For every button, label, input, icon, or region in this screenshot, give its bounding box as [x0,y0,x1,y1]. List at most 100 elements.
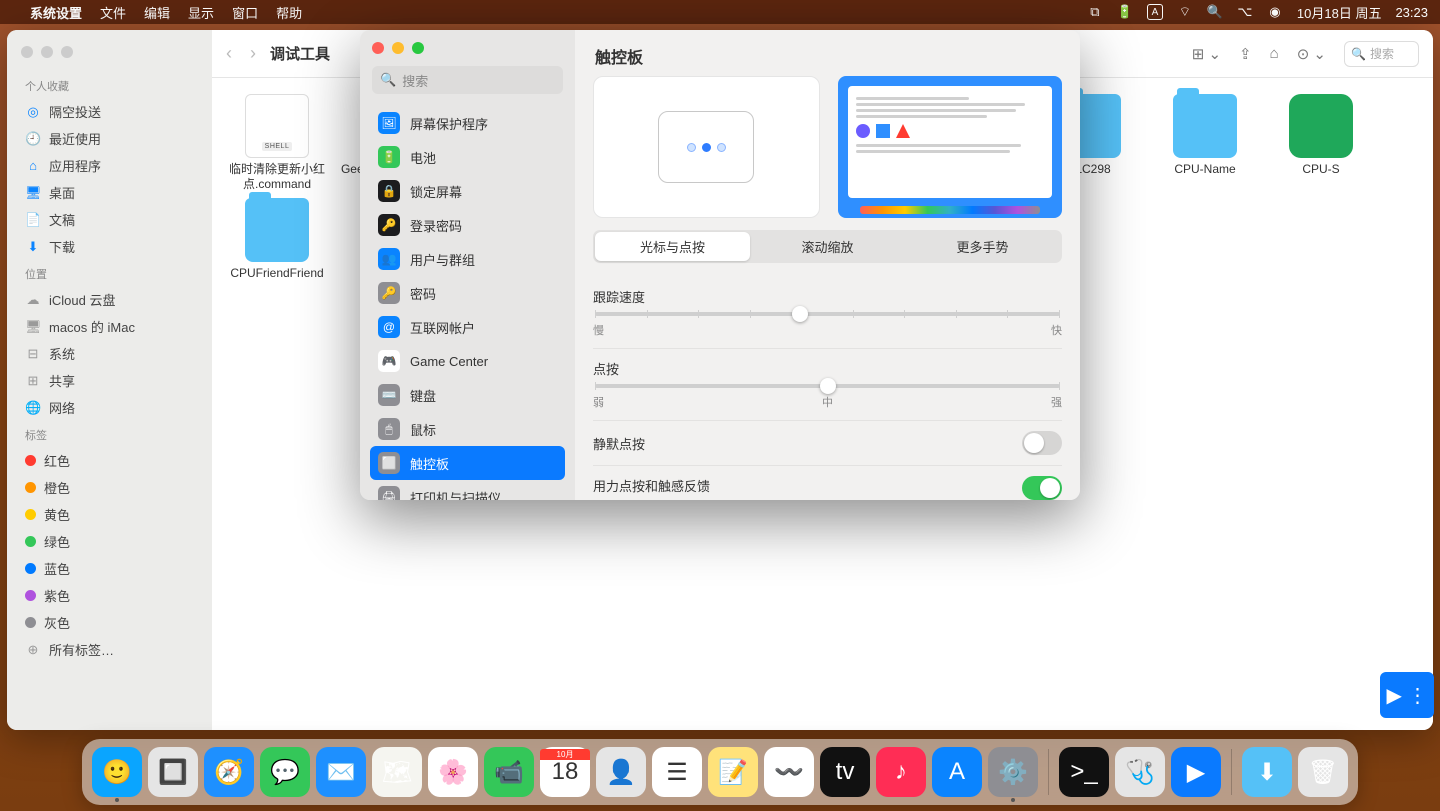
dock-terminal[interactable]: >_ [1059,747,1109,797]
dock-todesk[interactable]: ▶ [1171,747,1221,797]
sidebar-item-apps[interactable]: ⌂应用程序 [7,152,212,179]
click-slider[interactable] [595,384,1060,388]
spotlight-icon[interactable]: 🔍 [1207,4,1223,20]
sidebar-tag-green[interactable]: 绿色 [7,528,212,555]
settings-tabs[interactable]: 光标与点按 滚动缩放 更多手势 [593,230,1062,263]
finder-search[interactable]: 🔍搜索 [1344,41,1419,67]
settings-item-用户与群组[interactable]: 👥用户与群组 [370,242,565,276]
settings-item-键盘[interactable]: ⌨️键盘 [370,378,565,412]
file-item[interactable]: CPU-S [1266,94,1376,192]
sidebar-item-label: 所有标签… [49,640,114,659]
dock-trash[interactable]: 🗑 [1298,747,1348,797]
settings-item-登录密码[interactable]: 🔑登录密码 [370,208,565,242]
file-item[interactable]: CPU-Name [1150,94,1260,192]
menu-file[interactable]: 文件 [100,3,126,22]
dock-safari[interactable]: 🧭 [204,747,254,797]
app-menu[interactable]: 系统设置 [30,3,82,22]
dock-photos[interactable]: 🌸 [428,747,478,797]
settings-item-打印机与扫描仪[interactable]: 🖨打印机与扫描仪 [370,480,565,500]
sidebar-item-disk[interactable]: ⊟系统 [7,340,212,367]
sidebar-tag-blue[interactable]: 蓝色 [7,555,212,582]
wifi-icon[interactable]: ⌔ [1177,4,1193,20]
zoom-button[interactable] [412,42,424,54]
forward-button[interactable]: › [250,43,256,64]
menubar-date[interactable]: 10月18日 周五 [1297,3,1382,22]
close-button[interactable] [21,46,33,58]
settings-item-Game Center[interactable]: 🎮Game Center [370,344,565,378]
settings-item-label: 互联网帐户 [410,318,475,337]
dock-facetime[interactable]: 📹 [484,747,534,797]
dock-music[interactable]: ♪ [876,747,926,797]
sidebar-item-icloud[interactable]: ☁︎iCloud 云盘 [7,286,212,313]
dock-reminders[interactable]: ☰ [652,747,702,797]
settings-search[interactable]: 🔍 搜索 [372,66,563,94]
tag-dot-icon [25,590,36,601]
dock-notes[interactable]: 📝 [708,747,758,797]
dock-appstore[interactable]: A [932,747,982,797]
tab-more-gestures[interactable]: 更多手势 [905,232,1060,261]
actions-button[interactable]: ⊙ ⌄ [1297,45,1326,63]
dock-launchpad[interactable]: 🔲 [148,747,198,797]
dock-diskutil[interactable]: 🩺 [1115,747,1165,797]
sidebar-item-docs[interactable]: 📄文稿 [7,206,212,233]
sidebar-item-downloads[interactable]: ⬇下载 [7,233,212,260]
dock-messages[interactable]: 💬 [260,747,310,797]
sidebar-item-recents[interactable]: 🕘最近使用 [7,125,212,152]
settings-item-电池[interactable]: 🔋电池 [370,140,565,174]
sidebar-tag-all[interactable]: ⊕所有标签… [7,636,212,663]
sidebar-item-airdrop[interactable]: ◎隔空投送 [7,98,212,125]
settings-item-屏幕保护程序[interactable]: 🖼屏幕保护程序 [370,106,565,140]
dock-finder[interactable]: 🙂 [92,747,142,797]
menu-help[interactable]: 帮助 [276,3,302,22]
view-options-button[interactable]: ⊞ ⌄ [1192,45,1221,63]
minimize-button[interactable] [41,46,53,58]
back-button[interactable]: ‹ [226,43,232,64]
menu-view[interactable]: 显示 [188,3,214,22]
close-button[interactable] [372,42,384,54]
siri-icon[interactable]: ◉ [1267,4,1283,20]
tracking-slider[interactable] [595,312,1060,316]
settings-item-触控板[interactable]: ⬜触控板 [370,446,565,480]
dock-calendar[interactable]: 10月18 [540,747,590,797]
sidebar-tag-red[interactable]: 红色 [7,447,212,474]
sidebar-tag-purple[interactable]: 紫色 [7,582,212,609]
settings-item-密码[interactable]: 🔑密码 [370,276,565,310]
file-item[interactable]: 临时清除更新小红点.command [222,94,332,192]
minimize-button[interactable] [392,42,404,54]
dock-settings[interactable]: ⚙️ [988,747,1038,797]
dock-contacts[interactable]: 👤 [596,747,646,797]
dock-mail[interactable]: ✉️ [316,747,366,797]
settings-item-互联网帐户[interactable]: @互联网帐户 [370,310,565,344]
menubar-time[interactable]: 23:23 [1395,5,1428,20]
sidebar-item-label: 灰色 [44,613,70,632]
sidebar-item-imac[interactable]: 🖥macos 的 iMac [7,313,212,340]
zoom-button[interactable] [61,46,73,58]
battery-icon[interactable]: 🔋 [1117,4,1133,20]
tab-scroll-zoom[interactable]: 滚动缩放 [750,232,905,261]
dock-tv[interactable]: tv [820,747,870,797]
menu-edit[interactable]: 编辑 [144,3,170,22]
tab-point-click[interactable]: 光标与点按 [595,232,750,261]
screenrec-icon[interactable]: ⧉ [1087,4,1103,20]
settings-item-锁定屏幕[interactable]: 🔒锁定屏幕 [370,174,565,208]
click-strength-row: 点按 弱中强 [593,349,1062,421]
input-source[interactable]: A [1147,4,1163,20]
settings-item-鼠标[interactable]: 🖱鼠标 [370,412,565,446]
sidebar-tag-orange[interactable]: 橙色 [7,474,212,501]
sidebar-tag-yellow[interactable]: 黄色 [7,501,212,528]
sidebar-tag-gray[interactable]: 灰色 [7,609,212,636]
tags-button[interactable]: ⌂ [1270,45,1279,62]
silent-toggle[interactable] [1022,431,1062,455]
dock-downloads[interactable]: ⬇ [1242,747,1292,797]
dock-maps[interactable]: 🗺 [372,747,422,797]
menu-window[interactable]: 窗口 [232,3,258,22]
sidebar-item-shared[interactable]: ⊞共享 [7,367,212,394]
dock-freeform[interactable]: 〰️ [764,747,814,797]
sidebar-item-network[interactable]: 🌐网络 [7,394,212,421]
share-button[interactable]: ⇪ [1239,45,1252,63]
control-center-icon[interactable]: ⌥ [1237,4,1253,20]
sidebar-item-desktop[interactable]: 🖥桌面 [7,179,212,206]
remote-app-tray[interactable]: ▶ ⋮ [1380,672,1434,718]
file-item[interactable]: CPUFriendFriend [222,198,332,296]
force-toggle[interactable] [1022,476,1062,500]
